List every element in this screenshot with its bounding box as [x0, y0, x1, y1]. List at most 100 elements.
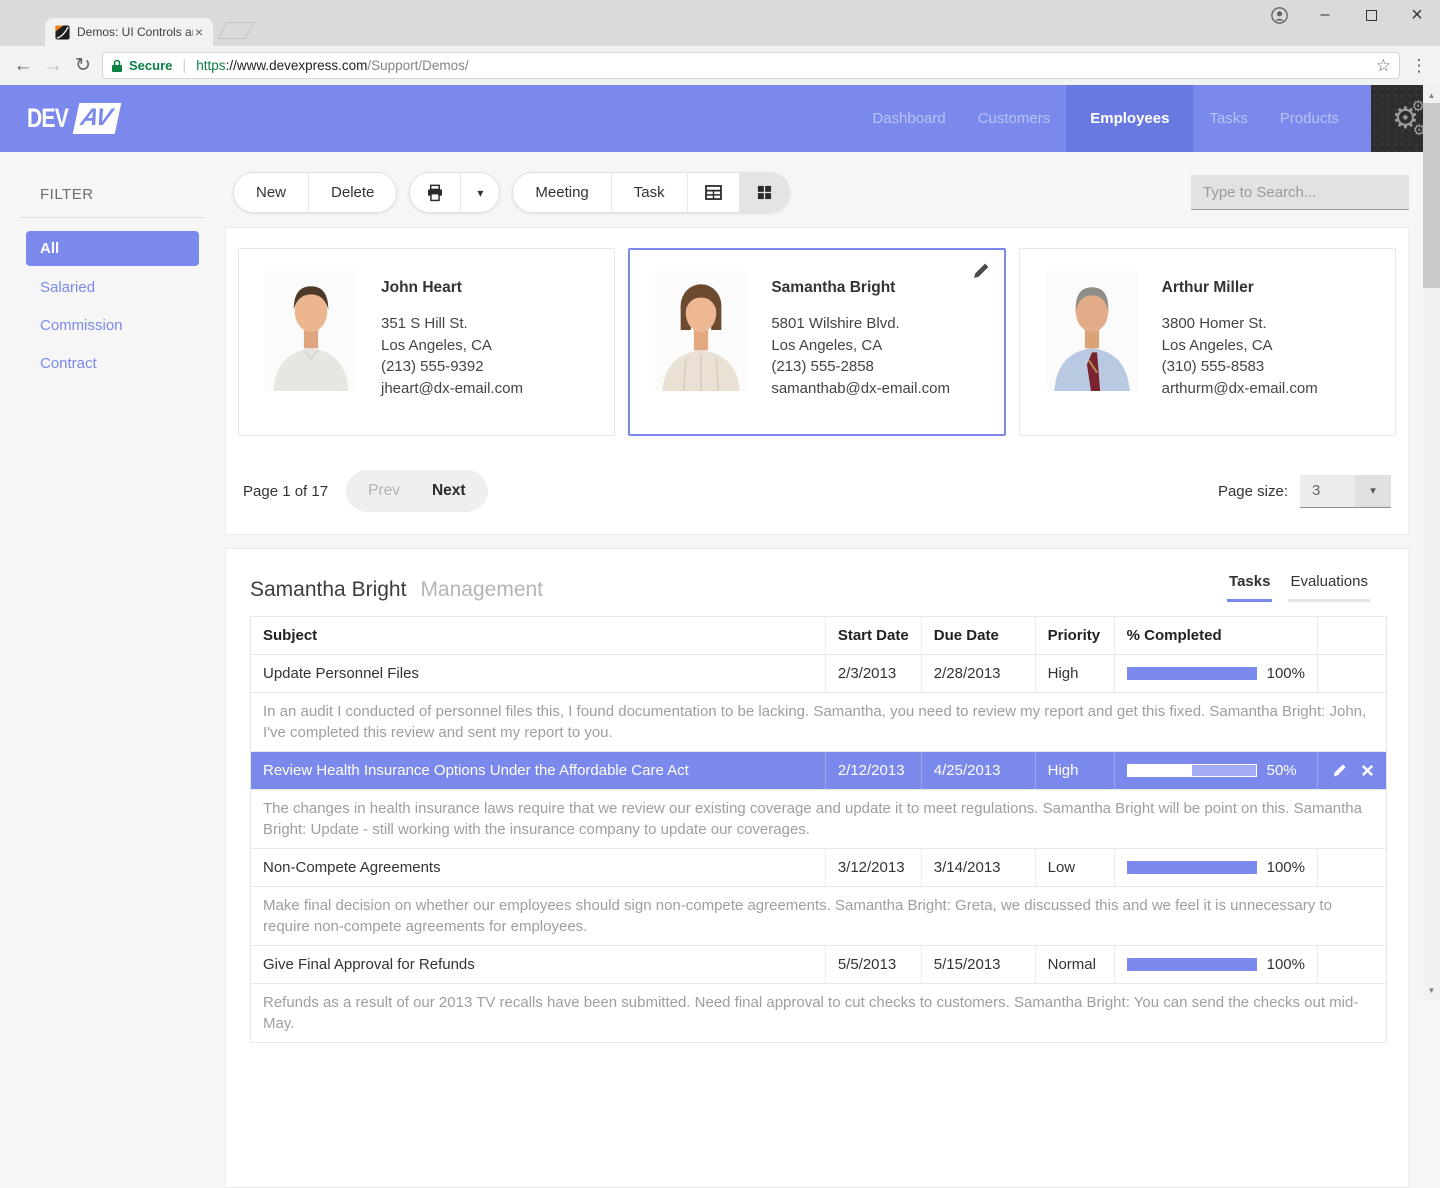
pagination: Page 1 of 17 Prev Next Page size: 3 ▾: [243, 470, 1391, 512]
filter-divider: [20, 217, 205, 218]
delete-button[interactable]: Delete: [309, 173, 396, 212]
col-completed[interactable]: % Completed: [1114, 617, 1317, 655]
new-button[interactable]: New: [234, 173, 309, 212]
employee-address1: 5801 Wilshire Blvd.: [771, 313, 950, 335]
progress-label: 100%: [1267, 665, 1305, 682]
card-view-button[interactable]: [740, 173, 789, 212]
page-size-select[interactable]: 3 ▾: [1300, 475, 1391, 508]
employee-email: arthurm@dx-email.com: [1162, 378, 1318, 400]
prev-page-button[interactable]: Prev: [352, 482, 416, 500]
employee-card-samantha-bright[interactable]: Samantha Bright 5801 Wilshire Blvd. Los …: [628, 248, 1005, 436]
task-button[interactable]: Task: [612, 173, 688, 212]
nav-item-employees[interactable]: Employees: [1066, 85, 1193, 152]
page-size-value: 3: [1300, 475, 1355, 507]
employee-email: samanthab@dx-email.com: [771, 378, 950, 400]
employee-address1: 3800 Homer St.: [1162, 313, 1318, 335]
tasks-table: Subject Start Date Due Date Priority % C…: [250, 616, 1387, 1043]
printer-icon: [426, 184, 444, 202]
task-row[interactable]: Non-Compete Agreements 3/12/2013 3/14/20…: [251, 849, 1387, 887]
app-header: DEV AV Dashboard Customers Employees Tas…: [0, 85, 1440, 152]
filter-title: FILTER: [40, 186, 225, 203]
back-button[interactable]: ←: [8, 52, 38, 80]
url-text: https://www.devexpress.com/Support/Demos…: [196, 58, 468, 73]
col-start-date[interactable]: Start Date: [825, 617, 921, 655]
employee-name: John Heart: [381, 279, 523, 297]
task-note: Refunds as a result of our 2013 TV recal…: [251, 984, 1387, 1043]
browser-menu-icon[interactable]: ⋮: [1406, 56, 1432, 76]
employee-card-john-heart[interactable]: John Heart 351 S Hill St. Los Angeles, C…: [238, 248, 615, 436]
task-note-row: Make final decision on whether our emplo…: [251, 887, 1387, 946]
col-subject[interactable]: Subject: [251, 617, 826, 655]
edit-pencil-icon[interactable]: [1332, 763, 1347, 778]
progress-bar: [1127, 667, 1257, 680]
employee-photo: [655, 271, 747, 391]
main-content: New Delete ▾ Meeting Task: [225, 152, 1423, 1000]
employee-card-arthur-miller[interactable]: Arthur Miller 3800 Homer St. Los Angeles…: [1019, 248, 1396, 436]
progress-label: 50%: [1267, 762, 1297, 779]
task-note: Make final decision on whether our emplo…: [251, 887, 1387, 946]
next-page-button[interactable]: Next: [416, 482, 482, 500]
col-due-date[interactable]: Due Date: [921, 617, 1035, 655]
employee-cards-panel: John Heart 351 S Hill St. Los Angeles, C…: [225, 227, 1409, 535]
nav-item-customers[interactable]: Customers: [962, 85, 1067, 152]
page-scrollbar[interactable]: ▲ ▼: [1423, 85, 1440, 1000]
task-priority: Normal: [1035, 946, 1114, 984]
minimize-button[interactable]: –: [1302, 0, 1348, 30]
filter-item-contract[interactable]: Contract: [26, 347, 199, 380]
progress-bar: [1127, 958, 1257, 971]
secure-label: Secure: [129, 58, 172, 73]
col-priority[interactable]: Priority: [1035, 617, 1114, 655]
task-start: 2/3/2013: [825, 655, 921, 693]
address-bar[interactable]: Secure | https://www.devexpress.com/Supp…: [102, 52, 1400, 79]
nav-item-dashboard[interactable]: Dashboard: [856, 85, 961, 152]
reload-button[interactable]: ↻: [68, 52, 98, 80]
print-options-button[interactable]: ▾: [461, 173, 499, 212]
nav-item-products[interactable]: Products: [1264, 85, 1355, 152]
main-nav: Dashboard Customers Employees Tasks Prod…: [856, 85, 1440, 152]
tab-close-icon[interactable]: ×: [193, 24, 205, 40]
progress-label: 100%: [1267, 859, 1305, 876]
close-window-button[interactable]: ×: [1394, 0, 1440, 30]
bookmark-star-icon[interactable]: ☆: [1376, 56, 1391, 76]
filter-item-salaried[interactable]: Salaried: [26, 271, 199, 304]
task-priority: Low: [1035, 849, 1114, 887]
print-button[interactable]: [410, 173, 461, 212]
filter-item-all[interactable]: All: [26, 231, 199, 266]
edit-pencil-icon[interactable]: [972, 262, 990, 280]
maximize-button[interactable]: [1348, 0, 1394, 30]
task-row[interactable]: Give Final Approval for Refunds 5/5/2013…: [251, 946, 1387, 984]
progress-bar: [1127, 764, 1257, 777]
tab-tasks[interactable]: Tasks: [1227, 567, 1272, 602]
employee-details-panel: Samantha Bright Management Tasks Evaluat…: [225, 548, 1409, 1188]
scroll-down-icon[interactable]: ▼: [1423, 982, 1440, 998]
tab-evaluations[interactable]: Evaluations: [1288, 567, 1370, 602]
employee-phone: (213) 555-9392: [381, 356, 523, 378]
employee-photo: [1046, 271, 1138, 391]
browser-tab[interactable]: Demos: UI Controls and F ×: [45, 18, 213, 46]
scrollbar-thumb[interactable]: [1423, 103, 1440, 288]
employee-address2: Los Angeles, CA: [381, 335, 523, 357]
task-subject: Update Personnel Files: [251, 655, 826, 693]
task-row[interactable]: Update Personnel Files 2/3/2013 2/28/201…: [251, 655, 1387, 693]
profile-icon[interactable]: [1256, 0, 1302, 30]
delete-x-icon[interactable]: [1361, 764, 1374, 777]
task-due: 5/15/2013: [921, 946, 1035, 984]
search-input[interactable]: [1203, 184, 1402, 201]
task-start: 5/5/2013: [825, 946, 921, 984]
meeting-button[interactable]: Meeting: [513, 173, 611, 212]
task-row-selected[interactable]: Review Health Insurance Options Under th…: [251, 752, 1387, 790]
task-priority: High: [1035, 655, 1114, 693]
forward-button[interactable]: →: [38, 52, 68, 80]
task-subject: Non-Compete Agreements: [251, 849, 826, 887]
task-start: 2/12/2013: [825, 752, 921, 790]
filter-item-commission[interactable]: Commission: [26, 309, 199, 342]
new-tab-button[interactable]: [217, 22, 254, 39]
page-size-label: Page size:: [1218, 483, 1288, 500]
scroll-up-icon[interactable]: ▲: [1423, 87, 1440, 103]
task-subject: Review Health Insurance Options Under th…: [251, 752, 826, 790]
browser-titlebar: Demos: UI Controls and F × – ×: [0, 0, 1440, 46]
nav-item-tasks[interactable]: Tasks: [1193, 85, 1263, 152]
table-view-button[interactable]: [688, 173, 740, 212]
task-due: 3/14/2013: [921, 849, 1035, 887]
employee-phone: (310) 555-8583: [1162, 356, 1318, 378]
